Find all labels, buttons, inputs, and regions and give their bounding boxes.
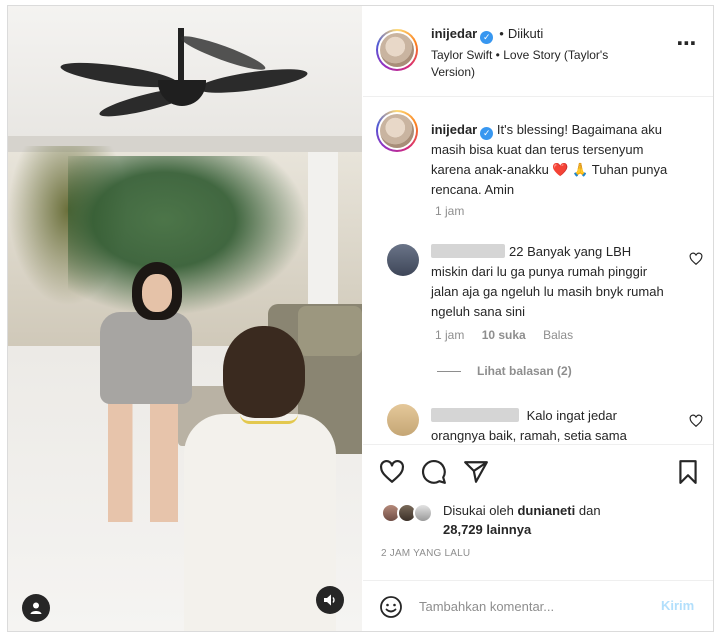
commenter-avatar[interactable] bbox=[387, 404, 419, 436]
liker-avatar[interactable] bbox=[413, 503, 433, 523]
follow-status-button[interactable]: Diikuti bbox=[508, 26, 543, 41]
reply-button[interactable]: Balas bbox=[543, 328, 573, 342]
caption-avatar[interactable] bbox=[376, 110, 418, 152]
liker-username[interactable]: dunianeti bbox=[517, 503, 575, 518]
likes-summary: Disukai oleh dunianeti dan 28,729 lainny… bbox=[363, 496, 713, 540]
author-avatar[interactable] bbox=[376, 29, 418, 71]
caption-time: 1 jam bbox=[435, 204, 465, 218]
post-details-panel: inijedar ✓ • Diikuti Taylor Swift • Love St… bbox=[363, 6, 713, 631]
speaker-icon bbox=[324, 594, 335, 606]
comment-like-icon[interactable] bbox=[689, 414, 703, 428]
music-label[interactable]: Taylor Swift • Love Story (Taylor's Vers… bbox=[431, 47, 631, 81]
boy-figure bbox=[184, 414, 336, 631]
caption-meta: 1 jam bbox=[435, 204, 478, 218]
caption: inijedar ✓ It's blessing! Bagaimana aku m… bbox=[431, 120, 671, 200]
separator-dot: • bbox=[499, 26, 504, 41]
redacted-username bbox=[431, 244, 505, 258]
caption-username[interactable]: inijedar bbox=[431, 122, 477, 137]
garden-plants bbox=[68, 156, 308, 316]
post-timestamp[interactable]: 2 JAM YANG LALU bbox=[381, 548, 470, 559]
header-user-line: inijedar ✓ • Diikuti bbox=[431, 26, 543, 44]
comment-meta: 1 jam 10 suka Balas bbox=[435, 328, 587, 342]
comment-time: 1 jam bbox=[435, 328, 465, 342]
more-options-icon[interactable]: ⋯ bbox=[675, 34, 699, 60]
commenter-avatar[interactable] bbox=[387, 244, 419, 276]
author-username[interactable]: inijedar bbox=[431, 26, 477, 41]
redacted-username bbox=[431, 408, 519, 422]
likes-count[interactable]: 28,729 lainnya bbox=[443, 522, 531, 537]
verified-badge-icon: ✓ bbox=[480, 127, 494, 140]
add-comment-bar: Kirim bbox=[363, 580, 713, 631]
comment-username-fragment: 22 bbox=[509, 244, 524, 259]
comment-input[interactable] bbox=[419, 595, 649, 617]
paper-plane-icon[interactable] bbox=[463, 459, 489, 485]
likes-text: Disukai oleh dunianeti dan 28,729 lainny… bbox=[443, 503, 601, 537]
verified-badge-icon: ✓ bbox=[480, 31, 494, 44]
action-bar bbox=[363, 444, 713, 494]
smiley-icon[interactable] bbox=[379, 595, 403, 619]
post-comment-button[interactable]: Kirim bbox=[661, 598, 694, 613]
tagged-users-button[interactable] bbox=[22, 594, 50, 622]
post-header: inijedar ✓ • Diikuti Taylor Swift • Love St… bbox=[363, 6, 713, 97]
bookmark-icon[interactable] bbox=[675, 459, 701, 485]
comment-item: 22 Banyak yang LBH miskin dari lu ga pun… bbox=[431, 242, 671, 322]
comment-item: Kalo ingat jedar orangnya baik, ramah, s… bbox=[431, 406, 671, 444]
post-dialog: inijedar ✓ • Diikuti Taylor Swift • Love St… bbox=[7, 5, 714, 632]
comment-like-count[interactable]: 10 suka bbox=[482, 328, 526, 342]
heart-icon[interactable] bbox=[379, 459, 405, 485]
post-video[interactable] bbox=[8, 6, 362, 631]
comment-like-icon[interactable] bbox=[689, 252, 703, 266]
comment-icon[interactable] bbox=[421, 459, 447, 485]
comments-section: inijedar ✓ It's blessing! Bagaimana aku m… bbox=[363, 98, 713, 444]
person-tag-icon bbox=[30, 602, 42, 614]
view-replies-button[interactable]: Lihat balasan (2) bbox=[437, 364, 572, 378]
sound-toggle-button[interactable] bbox=[316, 586, 344, 614]
